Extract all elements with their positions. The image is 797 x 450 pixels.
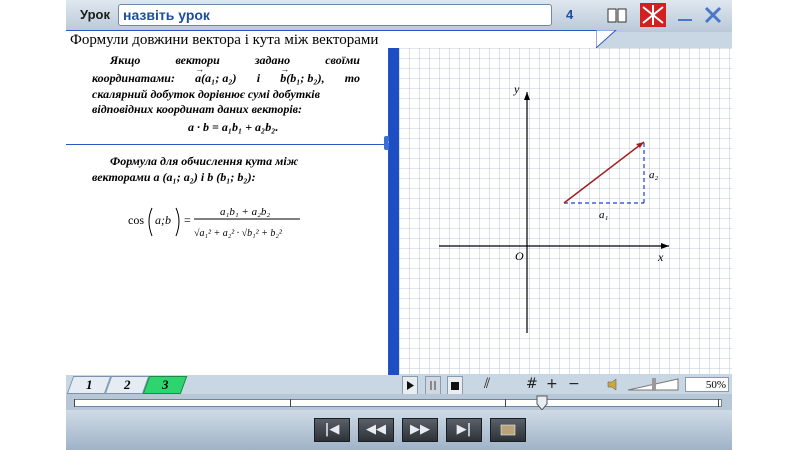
cosine-formula: cos a;b = a₁b₁ + a₂b₂ √a₁² + a₂² · √b₁² … [128, 206, 300, 239]
text-line-3: скалярний добуток дорівнює сумі добутків [92, 87, 320, 101]
word: і [256, 71, 261, 85]
last-page-button[interactable]: ▶| [446, 418, 482, 442]
first-page-icon: |◀ [324, 422, 340, 437]
timeline-tick [505, 399, 506, 407]
timeline-track[interactable] [74, 399, 722, 407]
logo-icon [640, 3, 666, 27]
timeline-tick [74, 399, 75, 407]
a2-label: a₂ [649, 169, 659, 181]
grid-toggle-icon[interactable]: # [526, 376, 538, 393]
pause-icon [430, 381, 436, 390]
vector-a-symbol: a [153, 170, 160, 184]
close-icon[interactable] [703, 6, 723, 24]
lesson-name-field[interactable]: назвіть урок [118, 4, 552, 26]
book-icon[interactable] [607, 6, 627, 24]
timeline-tick [290, 399, 291, 407]
vector-a-coords: a → (a₁; a₂) [195, 64, 237, 86]
coordinate-grid: y x O a₁ a₂ [399, 48, 732, 374]
play-icon [407, 381, 414, 390]
a1-label: a₁ [599, 209, 609, 221]
x-axis-label: x [657, 250, 664, 264]
word: своїми [325, 53, 360, 67]
lesson-label: Урок [80, 7, 110, 22]
text-line-2: координатами: a → (a₁; a₂) і b → (b₁; b₂), т… [92, 64, 360, 86]
svg-text:√a₁² + a₂² · √b₁² + b₂²: √a₁² + a₂² · √b₁² + b₂² [194, 228, 283, 239]
zoom-level: 50% [685, 377, 729, 392]
zoom-in-icon[interactable]: + [546, 376, 558, 393]
word: векторами [92, 170, 151, 184]
origin-label: O [515, 249, 524, 263]
volume-slider[interactable] [604, 376, 682, 393]
vector-arrow-icon: → [280, 64, 290, 74]
formula-numerator: a₁b₁ + a₂b₂ [220, 206, 270, 218]
navigation-bar [66, 410, 732, 450]
tab-label: 3 [161, 377, 169, 392]
text-line-1: Якщо вектори задано своїми [92, 53, 360, 68]
text-line: векторами a (a₁; a₂) і b (b₁; b₂): [92, 170, 256, 184]
vector-b-coords: b → (b₁; b₂), [280, 64, 325, 86]
next-icon: ▶▶ [410, 422, 430, 437]
stop-icon [451, 382, 459, 390]
panel-divider [389, 48, 399, 375]
word: Якщо [110, 53, 141, 67]
coords: (a₁; a₂) і [162, 170, 205, 184]
text-line: Формула для обчислення кута між [110, 154, 299, 168]
svg-text:=: = [184, 213, 191, 227]
coords: (a₁; a₂) [201, 71, 237, 85]
minimize-icon[interactable] [676, 6, 694, 24]
first-page-button[interactable]: |◀ [314, 418, 350, 442]
cos-label: cos [128, 213, 144, 227]
svg-text:a;b: a;b [155, 213, 171, 227]
pause-button[interactable] [425, 376, 441, 395]
y-axis-label: y [513, 82, 520, 96]
last-page-icon: ▶| [456, 422, 472, 437]
contents-icon [500, 424, 516, 436]
next-page-button[interactable]: ▶▶ [402, 418, 438, 442]
stop-button[interactable] [447, 376, 463, 395]
page-number: 4 [566, 7, 574, 22]
timeline-tick [718, 399, 719, 407]
page-title-bar: Формули довжини вектора і кута між векто… [66, 30, 597, 50]
ruler-icon[interactable]: ⫽ [484, 376, 490, 393]
vector-b-symbol: b [207, 170, 214, 184]
coords: (b₁; b₂): [216, 170, 256, 184]
play-button[interactable] [402, 376, 418, 395]
angle-formula-text: Формула для обчислення кута між векторам… [92, 153, 362, 185]
word: координатами: [92, 71, 175, 85]
tab-label: 1 [85, 377, 93, 392]
previous-page-button[interactable]: ◀◀ [358, 418, 394, 442]
contents-button[interactable] [490, 418, 526, 442]
coords: (b₁; b₂), [286, 71, 325, 85]
text-line-4: відповідних координат даних векторів: [92, 102, 303, 116]
word: то [344, 71, 360, 85]
zoom-out-icon[interactable]: − [568, 376, 580, 393]
title-decoration [596, 30, 732, 50]
page-title: Формули довжини вектора і кута між векто… [70, 32, 379, 48]
timeline-thumb[interactable] [536, 395, 548, 411]
lesson-name-text: назвіть урок [123, 7, 210, 23]
scalar-product-formula: a · b = a₁b₁ + a₂b₂. [188, 120, 279, 134]
previous-icon: ◀◀ [366, 422, 386, 437]
tab-3[interactable]: 3 [142, 376, 188, 394]
tab-label: 2 [123, 377, 131, 392]
vector-arrow-icon: → [195, 64, 205, 74]
